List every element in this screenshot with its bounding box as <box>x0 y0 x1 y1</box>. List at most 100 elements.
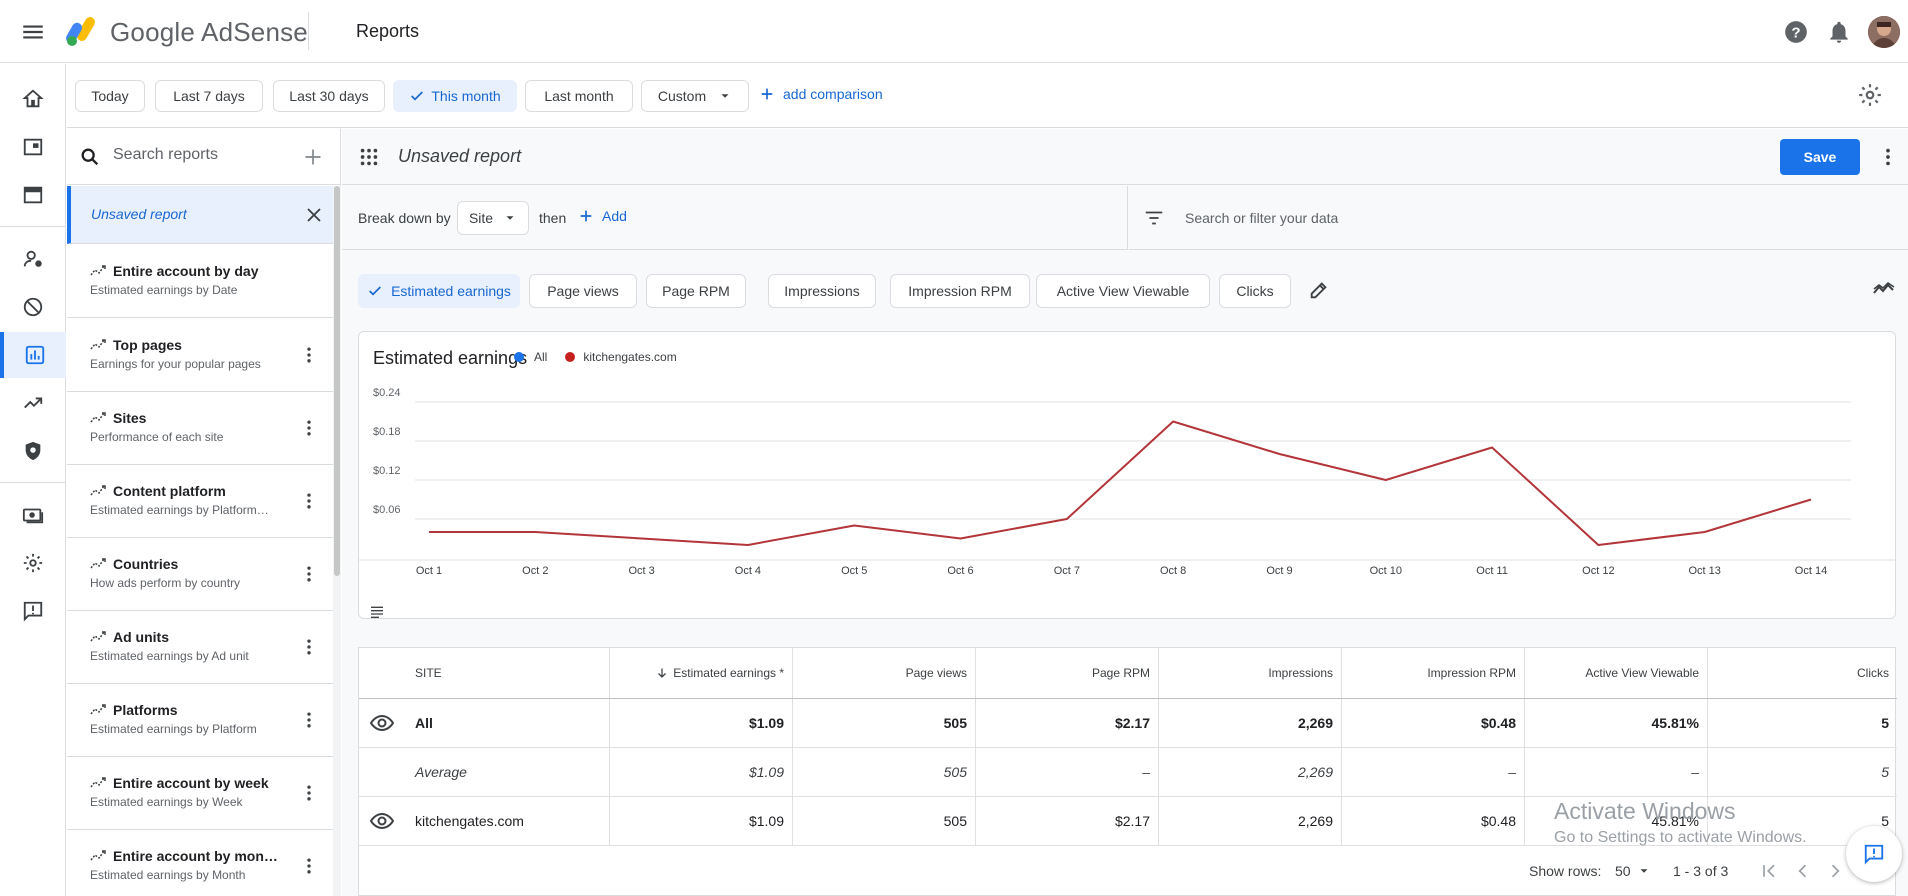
adsense-logo <box>64 14 102 48</box>
more-vert-icon[interactable] <box>299 418 319 438</box>
settings-gear-icon[interactable] <box>1857 82 1883 108</box>
payments-icon[interactable] <box>0 492 66 538</box>
cell-value: – <box>1342 748 1525 796</box>
more-vert-icon[interactable] <box>299 710 319 730</box>
sidebar-item-countries[interactable]: Countries How ads perform by country <box>67 538 333 611</box>
y-tick-label: $0.12 <box>373 465 401 477</box>
report-trend-icon <box>90 704 106 715</box>
menu-icon[interactable] <box>20 19 46 45</box>
column-header-estimated-earnings[interactable]: Estimated earnings * <box>610 648 793 698</box>
feedback-fab[interactable] <box>1846 826 1902 882</box>
report-subtitle: Estimated earnings by Ad unit <box>90 649 249 663</box>
plus-icon[interactable] <box>303 147 323 167</box>
metric-chip-page-rpm[interactable]: Page RPM <box>646 274 746 308</box>
metric-chip-impression-rpm[interactable]: Impression RPM <box>890 274 1030 308</box>
notifications-bell-icon[interactable] <box>1826 19 1852 45</box>
column-header-impression-rpm[interactable]: Impression RPM <box>1342 648 1525 698</box>
plus-icon <box>761 88 773 100</box>
more-vert-icon[interactable] <box>299 345 319 365</box>
privacy-messaging-icon[interactable] <box>0 236 66 282</box>
chip-label: Clicks <box>1236 283 1274 299</box>
date-chip-last-30-days[interactable]: Last 30 days <box>273 80 385 112</box>
more-vert-icon[interactable] <box>299 637 319 657</box>
help-icon[interactable]: ? <box>1783 19 1809 45</box>
line-chart: $0.06 $0.12 $0.18 $0.24 Oct 1 Oct 2 Oct 3 Oct 4… <box>359 387 1895 577</box>
sidebar-item-unsaved-report[interactable]: Unsaved report <box>67 186 333 244</box>
rows-per-page-select[interactable]: 50 <box>1615 863 1651 879</box>
blocking-controls-icon[interactable] <box>0 284 66 330</box>
sidebar-item-entire-account-by-day[interactable]: Entire account by day Estimated earnings… <box>67 245 333 318</box>
column-header-page-views[interactable]: Page views <box>793 648 976 698</box>
optimization-trend-icon[interactable] <box>0 380 66 426</box>
date-chip-this-month[interactable]: This month <box>393 80 517 112</box>
column-header-label: Impressions <box>1268 666 1333 680</box>
filter-placeholder: Search or filter your data <box>1185 210 1339 226</box>
sidebar-item-platforms[interactable]: Platforms Estimated earnings by Platform <box>67 684 333 757</box>
column-header-site[interactable]: SITE <box>359 648 610 698</box>
column-header-clicks[interactable]: Clicks <box>1708 648 1897 698</box>
sidebar-scroll-thumb[interactable] <box>334 186 340 576</box>
add-label: Add <box>602 208 627 224</box>
metric-chip-impressions[interactable]: Impressions <box>768 274 876 308</box>
account-avatar[interactable] <box>1868 16 1900 48</box>
more-vert-icon[interactable] <box>1877 146 1899 168</box>
first-page-icon[interactable] <box>1759 861 1779 881</box>
reports-icon[interactable] <box>0 332 66 378</box>
report-header: Unsaved report Save <box>342 129 1908 185</box>
chart-menu-icon[interactable] <box>369 604 385 620</box>
add-comparison-button[interactable]: add comparison <box>759 86 883 102</box>
report-table: SITE Estimated earnings * Page views Pag… <box>358 647 1897 896</box>
sidebar-item-sites[interactable]: Sites Performance of each site <box>67 392 333 465</box>
report-name[interactable]: Unsaved report <box>398 146 521 167</box>
x-tick-label: Oct 1 <box>416 565 442 577</box>
activate-windows-watermark: Activate Windows Go to Settings to activ… <box>1554 798 1807 847</box>
date-chip-last-7-days[interactable]: Last 7 days <box>155 80 263 112</box>
sort-arrow-down-icon <box>658 668 667 678</box>
more-vert-icon[interactable] <box>299 783 319 803</box>
table-row-all: All $1.09 505 $2.17 2,269 $0.48 45.81% 5 <box>359 699 1897 747</box>
sidebar-item-top-pages[interactable]: Top pages Earnings for your popular page… <box>67 319 333 392</box>
column-header-page-rpm[interactable]: Page RPM <box>976 648 1159 698</box>
settings-gear-icon[interactable] <box>0 540 66 586</box>
metric-chip-clicks[interactable]: Clicks <box>1219 274 1291 308</box>
brand-name[interactable]: Google AdSense <box>110 17 308 48</box>
chart-toggle-icon[interactable] <box>1872 277 1896 301</box>
sidebar-item-ad-units[interactable]: Ad units Estimated earnings by Ad unit <box>67 611 333 684</box>
more-vert-icon[interactable] <box>299 564 319 584</box>
column-header-active-view-viewable[interactable]: Active View Viewable <box>1525 648 1708 698</box>
more-vert-icon[interactable] <box>299 856 319 876</box>
metric-chip-active-view-viewable[interactable]: Active View Viewable <box>1036 274 1210 308</box>
date-chip-today[interactable]: Today <box>75 80 145 112</box>
previous-page-icon[interactable] <box>1793 861 1813 881</box>
next-page-icon[interactable] <box>1825 861 1845 881</box>
dropdown-arrow-icon <box>1640 869 1648 873</box>
sites-icon[interactable] <box>0 172 66 218</box>
sidebar-item-content-platform[interactable]: Content platform Estimated earnings by P… <box>67 465 333 538</box>
filter-field[interactable]: Search or filter your data <box>1129 186 1908 250</box>
column-header-impressions[interactable]: Impressions <box>1159 648 1342 698</box>
home-icon[interactable] <box>0 76 66 122</box>
close-icon[interactable] <box>305 206 323 224</box>
feedback-icon[interactable] <box>0 588 66 634</box>
brand-google: Google <box>110 17 196 47</box>
date-chip-last-month[interactable]: Last month <box>525 80 633 112</box>
search-reports-field[interactable]: Search reports <box>67 129 341 185</box>
sidebar-item-entire-account-by-week[interactable]: Entire account by week Estimated earning… <box>67 757 333 830</box>
more-vert-icon[interactable] <box>299 491 319 511</box>
cell-site[interactable]: kitchengates.com <box>359 797 610 845</box>
filter-icon <box>1145 211 1163 225</box>
cell-value: – <box>1525 748 1708 796</box>
sidebar-item-entire-account-by-month[interactable]: Entire account by mon… Estimated earning… <box>67 830 333 896</box>
report-trend-icon <box>90 777 106 788</box>
save-button[interactable]: Save <box>1780 139 1860 175</box>
policy-center-shield-icon[interactable] <box>0 428 66 474</box>
date-chip-custom[interactable]: Custom <box>641 80 749 112</box>
metric-chip-estimated-earnings[interactable]: Estimated earnings <box>358 274 520 308</box>
ads-icon[interactable] <box>0 124 66 170</box>
apps-grid-icon[interactable] <box>358 146 380 168</box>
metric-chip-page-views[interactable]: Page views <box>529 274 637 308</box>
breakdown-site-select[interactable]: Site <box>457 201 529 235</box>
watermark-line-1: Activate Windows <box>1554 798 1736 824</box>
edit-pencil-icon[interactable] <box>1308 279 1330 301</box>
add-breakdown-button[interactable]: Add <box>578 208 627 224</box>
